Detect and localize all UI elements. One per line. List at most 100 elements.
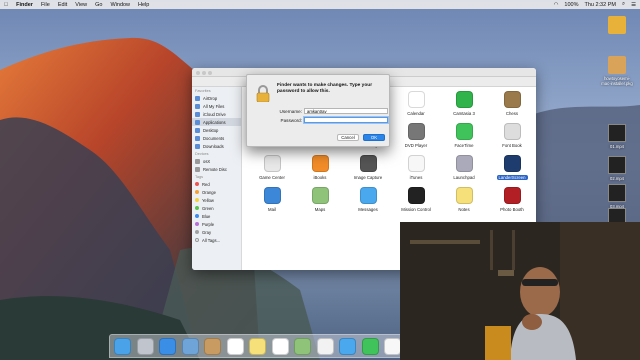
app-launchpad[interactable]: Launchpad <box>440 155 488 180</box>
sidebar-tag-all[interactable]: All Tags... <box>192 236 241 244</box>
desktop-file-label: 02.mp4 <box>610 176 624 181</box>
dock-mail-icon[interactable] <box>181 338 199 355</box>
sidebar-item-label: Purple <box>202 221 215 227</box>
sidebar-item-label: Documents <box>203 135 225 141</box>
app-name: FaceTime <box>454 143 474 148</box>
notification-center-icon[interactable]: ☰ <box>631 2 636 8</box>
disc-icon <box>195 166 200 172</box>
sidebar-item-desktop[interactable]: Desktop <box>192 126 241 134</box>
app-mission-control[interactable]: Mission Control <box>392 187 440 212</box>
camtasia-icon <box>455 91 473 108</box>
maps-icon <box>311 187 329 204</box>
dock-messages-icon[interactable] <box>339 338 356 355</box>
app-messages[interactable]: Messages <box>344 187 392 212</box>
dock-facetime-icon[interactable] <box>361 338 379 355</box>
sidebar-item-label: All Tags... <box>202 237 221 243</box>
spotlight-icon[interactable]: ⌕ <box>622 1 625 8</box>
sidebar-item-label: Downloads <box>203 143 224 149</box>
app-mail[interactable]: Mail <box>248 187 296 212</box>
app-landerscreen[interactable]: LanderScreen <box>488 155 536 180</box>
minimize-button[interactable] <box>202 71 206 75</box>
sidebar-item-label: Red <box>202 181 210 187</box>
mail-icon <box>263 187 281 204</box>
downloads-icon <box>195 143 200 149</box>
menu-app-name[interactable]: Finder <box>16 2 33 8</box>
desktop-file-video[interactable]: 02.mp4 <box>600 156 634 181</box>
dock-launchpad-icon[interactable] <box>136 338 154 355</box>
app-facetime[interactable]: FaceTime <box>440 123 488 148</box>
sidebar-item-label: osX <box>203 158 211 164</box>
password-field[interactable] <box>304 117 388 123</box>
cancel-button[interactable]: Cancel <box>337 134 359 141</box>
cloud-icon <box>195 111 200 117</box>
chess-icon <box>503 91 521 108</box>
app-name: DVD Player <box>404 143 428 148</box>
missioncontrol-icon <box>407 187 425 204</box>
sidebar-item-label: iCloud Drive <box>203 111 226 117</box>
sidebar-tag-orange[interactable]: Orange <box>192 188 241 196</box>
battery-level[interactable]: 100% <box>564 2 578 8</box>
dock-finder-icon[interactable] <box>114 338 131 355</box>
dock-itunes-icon[interactable] <box>384 338 401 355</box>
sidebar-tag-green[interactable]: Green <box>192 204 241 212</box>
desktop-file-pkg[interactable]: howtoyosemi-mac-installer.pkg <box>600 56 634 86</box>
dock-reminders-icon[interactable] <box>271 338 289 355</box>
menu-window[interactable]: Window <box>110 2 130 8</box>
app-camtasia-3[interactable]: Camtasia 3 <box>440 91 488 116</box>
documents-icon <box>195 135 200 141</box>
sidebar-tag-yellow[interactable]: Yellow <box>192 196 241 204</box>
sidebar-item-documents[interactable]: Documents <box>192 134 241 142</box>
sidebar-item-downloads[interactable]: Downloads <box>192 142 241 150</box>
sidebar-tag-red[interactable]: Red <box>192 180 241 188</box>
app-chess[interactable]: Chess <box>488 91 536 116</box>
app-photo-booth[interactable]: Photo Booth <box>488 187 536 212</box>
desktop-file-video[interactable]: 03.mp4 <box>600 184 634 209</box>
menu-go[interactable]: Go <box>95 2 102 8</box>
sidebar-item-airdrop[interactable]: AirDrop <box>192 94 241 102</box>
sidebar-tag-purple[interactable]: Purple <box>192 220 241 228</box>
desktop-file[interactable] <box>600 16 634 36</box>
app-font-book[interactable]: Font Book <box>488 123 536 148</box>
menu-help[interactable]: Help <box>138 2 149 8</box>
photobooth-icon <box>503 187 521 204</box>
app-game-center[interactable]: Game Center <box>248 155 296 180</box>
dock-calendar-icon[interactable] <box>226 338 244 355</box>
menu-edit[interactable]: Edit <box>58 2 67 8</box>
wifi-icon[interactable]: ◠ <box>554 2 559 8</box>
desktop-file-video[interactable]: 01.mp4 <box>600 124 634 149</box>
sidebar-item-label: All My Files <box>203 103 225 109</box>
dock-photos-icon[interactable] <box>316 338 334 355</box>
app-notes[interactable]: Notes <box>440 187 488 212</box>
sidebar-item-icloud-drive[interactable]: iCloud Drive <box>192 110 241 118</box>
dock-contacts-icon[interactable] <box>204 338 221 355</box>
app-maps[interactable]: Maps <box>296 187 344 212</box>
app-name: iTunes <box>409 175 423 180</box>
sidebar-item-label: Yellow <box>202 197 214 203</box>
sidebar-item-label: Gray <box>202 229 212 235</box>
username-field[interactable] <box>304 108 388 114</box>
sidebar-item-applications[interactable]: Applications <box>192 118 241 126</box>
password-label: Password: <box>280 117 302 123</box>
sidebar-tag-gray[interactable]: Gray <box>192 228 241 236</box>
menubar-clock[interactable]: Thu 2:32 PM <box>584 2 616 8</box>
dock-safari-icon[interactable] <box>159 338 176 355</box>
sidebar-item-all-my-files[interactable]: All My Files <box>192 102 241 110</box>
apple-menu-icon[interactable]:  <box>4 2 8 8</box>
menu-file[interactable]: File <box>41 2 50 8</box>
app-dvd-player[interactable]: DVD Player <box>392 123 440 148</box>
applications-icon <box>195 119 200 125</box>
sidebar-item-osx[interactable]: osX <box>192 157 241 165</box>
sidebar-section-favorites: Favorites <box>195 89 211 93</box>
zoom-button[interactable] <box>208 71 212 75</box>
sidebar-item-remote-disc[interactable]: Remote Disc <box>192 165 241 173</box>
sidebar-tag-blue[interactable]: Blue <box>192 212 241 220</box>
close-button[interactable] <box>196 71 200 75</box>
app-ibooks[interactable]: iBooks <box>296 155 344 180</box>
app-itunes[interactable]: iTunes <box>392 155 440 180</box>
app-calendar[interactable]: Calendar <box>392 91 440 116</box>
app-image-capture[interactable]: Image Capture <box>344 155 392 180</box>
ok-button[interactable]: OK <box>363 134 385 141</box>
menu-view[interactable]: View <box>75 2 87 8</box>
dock-maps-icon[interactable] <box>294 338 311 355</box>
dock-notes-icon[interactable] <box>249 338 266 355</box>
